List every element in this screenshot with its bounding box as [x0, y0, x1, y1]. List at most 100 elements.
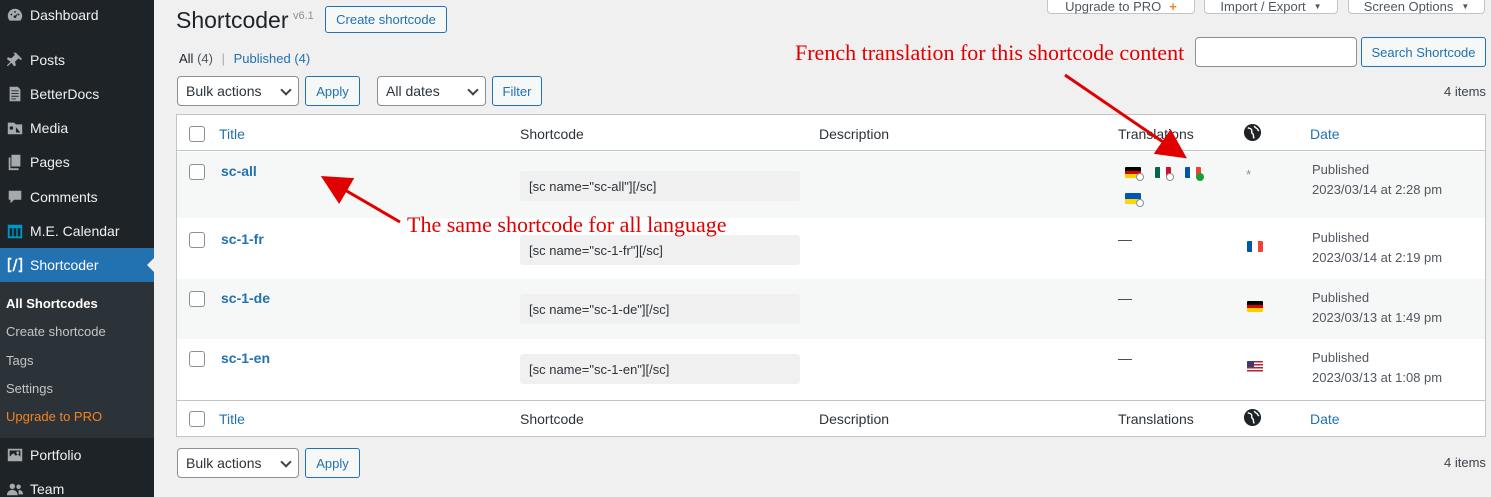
column-translations: Translations — [1118, 126, 1194, 142]
view-all[interactable]: All — [179, 51, 193, 66]
chevron-down-icon — [280, 84, 292, 96]
create-shortcode-button[interactable]: Create shortcode — [325, 6, 447, 33]
flag-de-icon — [1247, 301, 1263, 312]
row-title-link[interactable]: sc-1-fr — [221, 231, 264, 247]
menu-label: Portfolio — [30, 447, 82, 463]
dates-value: All dates — [386, 83, 440, 99]
media-icon — [0, 119, 30, 137]
pin-icon — [0, 51, 30, 69]
date-value: 2023/03/13 at 1:49 pm — [1312, 310, 1443, 325]
submenu-tags[interactable]: Tags — [6, 353, 33, 368]
date-status: Published — [1312, 162, 1370, 177]
menu-label: BetterDocs — [30, 86, 100, 102]
filter-button[interactable]: Filter — [492, 76, 542, 106]
shortcodes-table: Title Shortcode Description Translations… — [176, 114, 1486, 437]
shortcode-field[interactable]: [sc name="sc-1-fr"][/sc] — [520, 235, 800, 265]
row-checkbox[interactable] — [189, 351, 205, 367]
column-description: Description — [819, 411, 890, 427]
apply-button[interactable]: Apply — [305, 76, 360, 106]
bulk-actions-select[interactable]: Bulk actions — [177, 76, 299, 106]
submenu-settings[interactable]: Settings — [6, 381, 53, 396]
menu-dashboard[interactable]: Dashboard — [0, 0, 154, 32]
status-views: All (4) | Published (4) — [179, 51, 310, 66]
date-cell: Published 2023/03/13 at 1:49 pm — [1312, 288, 1442, 328]
table-footer: Title Shortcode Description Translations… — [177, 400, 1485, 437]
table-row: sc-1-fr [sc name="sc-1-fr"][/sc] — Publi… — [177, 218, 1485, 279]
items-count-bottom: 4 items — [1444, 455, 1486, 470]
import-export-button[interactable]: Import / Export ▼ — [1204, 0, 1338, 14]
upgrade-label: Upgrade to PRO — [1065, 0, 1162, 14]
view-published[interactable]: Published — [234, 51, 291, 66]
column-shortcode: Shortcode — [520, 126, 584, 142]
globe-icon — [1243, 408, 1262, 430]
add-translation-icon[interactable] — [1166, 173, 1174, 181]
menu-label: Posts — [30, 52, 66, 68]
dates-select[interactable]: All dates — [377, 76, 486, 106]
pages-icon — [0, 153, 30, 171]
screen-options-label: Screen Options — [1363, 0, 1454, 14]
row-title-link[interactable]: sc-1-en — [221, 350, 270, 366]
menu-label: M.E. Calendar — [30, 223, 120, 239]
upgrade-pro-button[interactable]: Upgrade to PRO + — [1047, 0, 1195, 14]
search-input[interactable] — [1195, 37, 1357, 67]
row-checkbox[interactable] — [189, 232, 205, 248]
column-translations: Translations — [1118, 411, 1194, 427]
translations-empty: — — [1118, 290, 1132, 306]
items-count: 4 items — [1444, 84, 1486, 99]
menu-label: Comments — [30, 189, 98, 205]
search-shortcode-button[interactable]: Search Shortcode — [1361, 37, 1486, 67]
column-description: Description — [819, 126, 890, 142]
menu-shortcoder[interactable]: Shortcoder — [0, 248, 154, 282]
view-separator: | — [221, 51, 225, 66]
row-checkbox[interactable] — [189, 164, 205, 180]
select-all-checkbox[interactable] — [189, 126, 205, 142]
menu-label: Pages — [30, 154, 70, 170]
row-title-link[interactable]: sc-1-de — [221, 290, 270, 306]
submenu-upgrade[interactable]: Upgrade to PRO — [6, 409, 102, 424]
row-title-link[interactable]: sc-all — [221, 163, 257, 179]
column-shortcode: Shortcode — [520, 411, 584, 427]
shortcode-field[interactable]: [sc name="sc-1-de"][/sc] — [520, 294, 800, 324]
menu-posts[interactable]: Posts — [0, 43, 154, 77]
flag-us-icon — [1247, 361, 1263, 372]
column-title[interactable]: Title — [219, 126, 245, 142]
menu-team[interactable]: Team — [0, 472, 154, 497]
column-date[interactable]: Date — [1310, 411, 1340, 427]
date-value: 2023/03/14 at 2:19 pm — [1312, 250, 1443, 265]
menu-me-calendar[interactable]: M.E. Calendar — [0, 214, 154, 248]
annotation-french: French translation for this shortcode co… — [795, 40, 1185, 65]
row-checkbox[interactable] — [189, 291, 205, 307]
menu-betterdocs[interactable]: BetterDocs — [0, 77, 154, 111]
column-date[interactable]: Date — [1310, 126, 1340, 142]
shortcode-field[interactable]: [sc name="sc-all"][/sc] — [520, 171, 800, 201]
date-status: Published — [1312, 350, 1370, 365]
date-status: Published — [1312, 230, 1370, 245]
menu-pages[interactable]: Pages — [0, 145, 154, 179]
shortcode-field[interactable]: [sc name="sc-1-en"][/sc] — [520, 354, 800, 384]
flag-fr-icon — [1247, 241, 1263, 252]
date-status: Published — [1312, 290, 1370, 305]
version-label: v6.1 — [293, 10, 314, 22]
select-all-checkbox[interactable] — [189, 411, 205, 427]
shortcoder-icon — [0, 256, 30, 274]
submenu-create-shortcode[interactable]: Create shortcode — [6, 324, 106, 339]
language-all-marker: * — [1246, 167, 1252, 182]
chevron-down-icon — [467, 84, 479, 96]
apply-button-bottom[interactable]: Apply — [305, 448, 360, 478]
translation-exists-icon[interactable] — [1196, 173, 1204, 181]
screen-options-button[interactable]: Screen Options ▼ — [1348, 0, 1485, 14]
bulk-actions-select-bottom[interactable]: Bulk actions — [177, 448, 299, 478]
menu-media[interactable]: Media — [0, 111, 154, 145]
add-translation-icon[interactable] — [1136, 173, 1144, 181]
menu-comments[interactable]: Comments — [0, 180, 154, 214]
add-translation-icon[interactable] — [1136, 199, 1144, 207]
menu-portfolio[interactable]: Portfolio — [0, 438, 154, 472]
bulk-actions-value: Bulk actions — [186, 83, 262, 99]
annotation-same: The same shortcode for all language — [407, 212, 727, 237]
dashboard-icon — [0, 6, 30, 24]
docs-icon — [0, 85, 30, 103]
submenu-all-shortcodes[interactable]: All Shortcodes — [6, 296, 98, 311]
table-header: Title Shortcode Description Translations… — [177, 115, 1485, 151]
column-title[interactable]: Title — [219, 411, 245, 427]
date-cell: Published 2023/03/14 at 2:19 pm — [1312, 228, 1442, 268]
